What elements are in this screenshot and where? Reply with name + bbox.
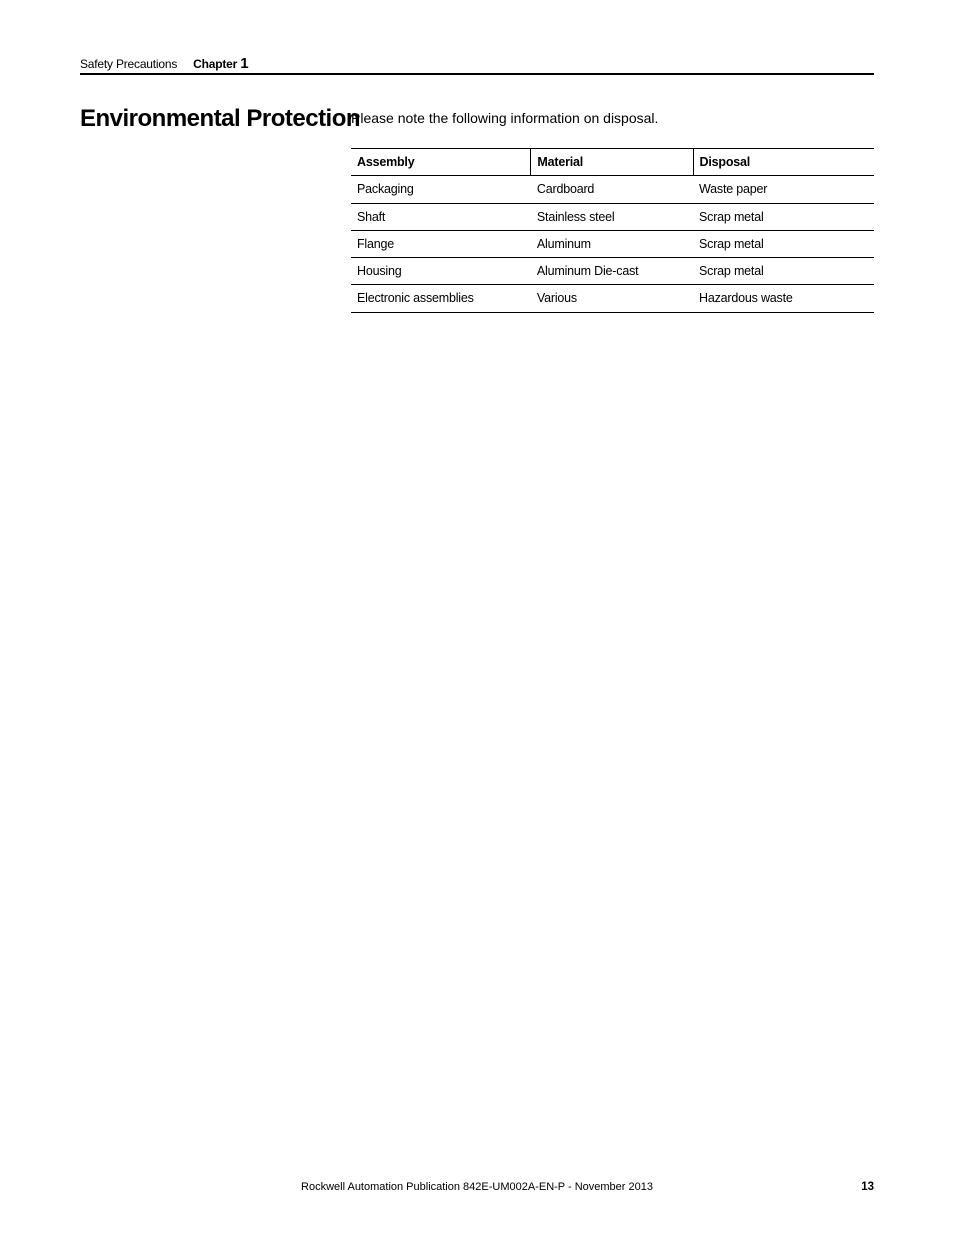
section-title: Environmental Protection: [80, 105, 360, 133]
header-chapter-number: 1: [240, 55, 248, 72]
cell-disposal: Scrap metal: [693, 203, 874, 230]
page-number: 13: [861, 1181, 874, 1193]
cell-disposal: Scrap metal: [693, 230, 874, 257]
table-row: Shaft Stainless steel Scrap metal: [351, 203, 874, 230]
cell-assembly: Shaft: [351, 203, 531, 230]
disposal-table: Assembly Material Disposal Packaging Car…: [351, 148, 874, 313]
cell-assembly: Flange: [351, 230, 531, 257]
cell-material: Aluminum Die-cast: [531, 258, 693, 285]
cell-assembly: Electronic assemblies: [351, 285, 531, 312]
cell-material: Various: [531, 285, 693, 312]
cell-disposal: Waste paper: [693, 176, 874, 203]
page-header: Safety Precautions Chapter 1: [80, 55, 874, 75]
table-header-assembly: Assembly: [351, 149, 531, 176]
header-chapter-label: Chapter: [193, 57, 237, 71]
table-header-material: Material: [531, 149, 693, 176]
header-section-name: Safety Precautions: [80, 57, 177, 71]
table-row: Housing Aluminum Die-cast Scrap metal: [351, 258, 874, 285]
table-header-disposal: Disposal: [693, 149, 874, 176]
cell-material: Cardboard: [531, 176, 693, 203]
footer-publication: Rockwell Automation Publication 842E-UM0…: [301, 1181, 653, 1193]
cell-disposal: Scrap metal: [693, 258, 874, 285]
body-text: Please note the following information on…: [351, 110, 658, 126]
cell-material: Aluminum: [531, 230, 693, 257]
cell-disposal: Hazardous waste: [693, 285, 874, 312]
cell-material: Stainless steel: [531, 203, 693, 230]
cell-assembly: Packaging: [351, 176, 531, 203]
header-chapter: Chapter 1: [193, 55, 248, 72]
table-header-row: Assembly Material Disposal: [351, 149, 874, 176]
table-row: Electronic assemblies Various Hazardous …: [351, 285, 874, 312]
table-row: Flange Aluminum Scrap metal: [351, 230, 874, 257]
cell-assembly: Housing: [351, 258, 531, 285]
page-footer: Rockwell Automation Publication 842E-UM0…: [80, 1181, 874, 1193]
table-row: Packaging Cardboard Waste paper: [351, 176, 874, 203]
